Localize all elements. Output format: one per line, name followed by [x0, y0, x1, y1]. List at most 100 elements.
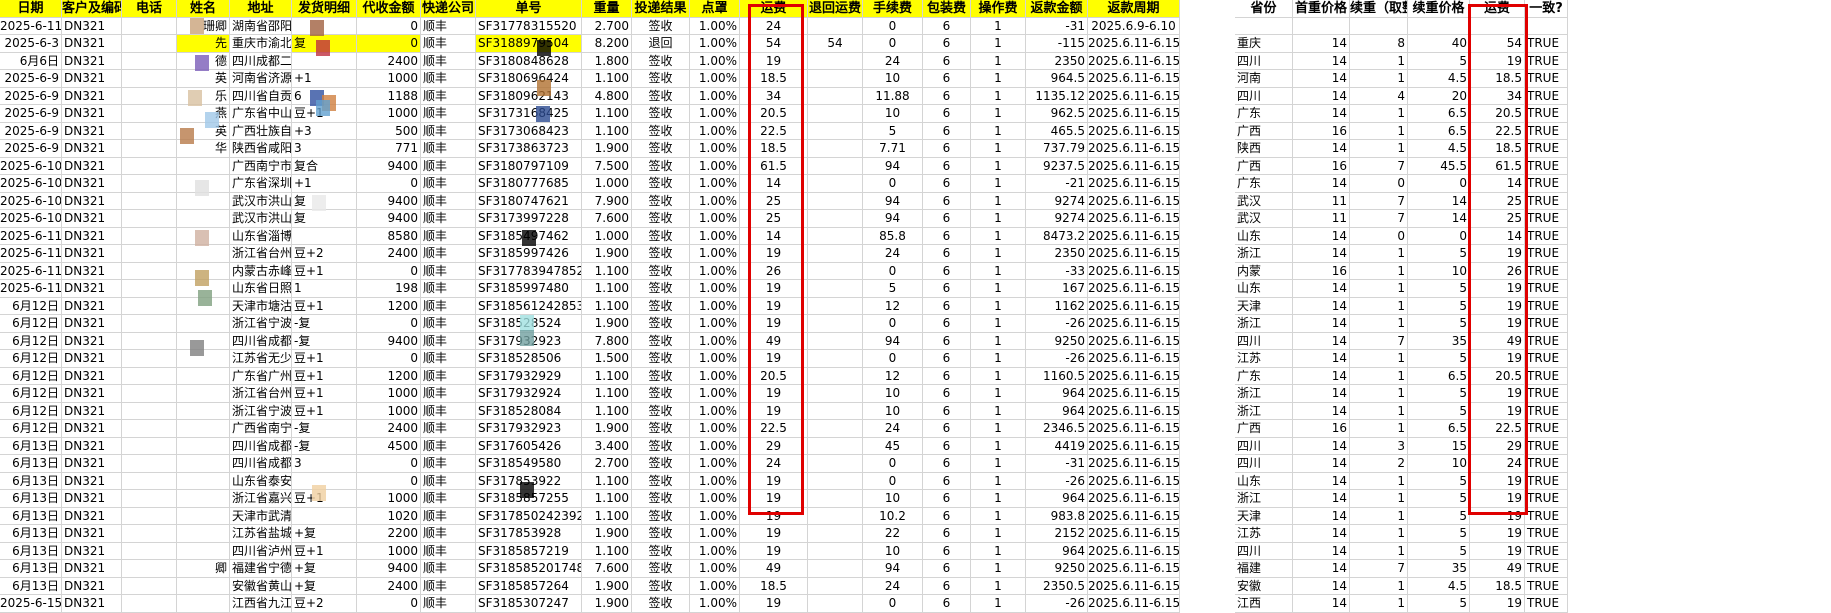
table-cell[interactable]: 8.200	[582, 35, 632, 53]
table-cell[interactable]: 2025-6-3	[0, 35, 62, 53]
table-cell[interactable]: 江苏省盐城蓓春	[230, 525, 292, 543]
table-cell[interactable]	[808, 577, 863, 595]
table-cell[interactable]: 16	[1293, 157, 1350, 175]
table-cell[interactable]	[808, 420, 863, 438]
table-cell[interactable]: TRUE	[1525, 245, 1568, 263]
table-cell[interactable]: 6	[923, 192, 971, 210]
table-cell[interactable]: 广西省南宁蓓春	[230, 420, 292, 438]
table-cell[interactable]: 1200	[357, 297, 421, 315]
table-cell[interactable]: 江西省九江复合	[230, 595, 292, 613]
table-cell[interactable]: 1	[1350, 122, 1408, 140]
table-cell[interactable]: 1.00%	[690, 17, 740, 35]
table-cell[interactable]: SF31778315520	[476, 17, 582, 35]
table-cell[interactable]: 1188	[357, 87, 421, 105]
table-cell[interactable]: 6	[923, 315, 971, 333]
table-cell[interactable]: 四川	[1235, 542, 1293, 560]
table-cell[interactable]: 1	[971, 245, 1026, 263]
table-cell[interactable]: 2025.6.11-6.15	[1088, 507, 1180, 525]
table-cell[interactable]: 退回	[632, 35, 690, 53]
table-cell[interactable]: 顺丰	[421, 350, 476, 368]
table-cell[interactable]: 6.5	[1408, 367, 1470, 385]
table-cell[interactable]: 1	[1350, 280, 1408, 298]
table-cell[interactable]: 1	[1350, 472, 1408, 490]
table-cell[interactable]: 1	[971, 210, 1026, 228]
table-cell[interactable]	[122, 87, 177, 105]
table-cell[interactable]: -复	[292, 315, 357, 333]
table-cell[interactable]	[292, 227, 357, 245]
table-cell[interactable]: 10	[863, 542, 923, 560]
table-cell[interactable]: 14	[740, 175, 808, 193]
table-cell[interactable]: 19	[740, 350, 808, 368]
table-cell[interactable]: 2025-6-9	[0, 122, 62, 140]
table-cell[interactable]	[808, 437, 863, 455]
table-cell[interactable]	[177, 210, 230, 228]
table-cell[interactable]: +复	[292, 525, 357, 543]
table-cell[interactable]: 6月12日	[0, 297, 62, 315]
table-cell[interactable]: 6	[923, 280, 971, 298]
table-cell[interactable]: 54	[808, 35, 863, 53]
table-cell[interactable]: 0	[863, 472, 923, 490]
table-cell[interactable]: 1	[1350, 595, 1408, 613]
table-cell[interactable]: 2025.6.11-6.15	[1088, 70, 1180, 88]
table-cell[interactable]	[122, 52, 177, 70]
table-cell[interactable]: 14	[1293, 472, 1350, 490]
table-cell[interactable]: 11	[1293, 192, 1350, 210]
table-cell[interactable]: 9400	[357, 157, 421, 175]
table-cell[interactable]: 四川	[1235, 87, 1293, 105]
table-cell[interactable]: 四川	[1235, 437, 1293, 455]
table-cell[interactable]	[177, 472, 230, 490]
table-cell[interactable]: 6月13日	[0, 437, 62, 455]
table-cell[interactable]: SF3173068423	[476, 122, 582, 140]
table-cell[interactable]: 1.900	[582, 315, 632, 333]
table-cell[interactable]: 豆+1	[292, 262, 357, 280]
table-cell[interactable]: 2025.6.11-6.15	[1088, 157, 1180, 175]
header-cell[interactable]: 运费	[1470, 0, 1525, 18]
table-cell[interactable]	[1525, 17, 1568, 35]
table-cell[interactable]: DN321	[62, 262, 122, 280]
table-cell[interactable]: 签收	[632, 245, 690, 263]
table-cell[interactable]: 1.00%	[690, 280, 740, 298]
table-cell[interactable]	[808, 245, 863, 263]
table-cell[interactable]: DN321	[62, 105, 122, 123]
table-cell[interactable]	[808, 490, 863, 508]
table-cell[interactable]: 6月13日	[0, 560, 62, 578]
table-cell[interactable]: DN321	[62, 455, 122, 473]
table-cell[interactable]: 四川省自贡五白	[230, 87, 292, 105]
table-cell[interactable]: 2025.6.11-6.15	[1088, 280, 1180, 298]
table-cell[interactable]: 浙江	[1235, 490, 1293, 508]
table-cell[interactable]: 8580	[357, 227, 421, 245]
table-cell[interactable]	[177, 437, 230, 455]
table-cell[interactable]: 45	[863, 437, 923, 455]
table-cell[interactable]: 49	[740, 332, 808, 350]
table-cell[interactable]: 1.100	[582, 262, 632, 280]
table-cell[interactable]: 7.800	[582, 332, 632, 350]
table-cell[interactable]: SF317605426	[476, 437, 582, 455]
table-cell[interactable]: 豆+1	[292, 385, 357, 403]
header-cell[interactable]: 快递公司	[421, 0, 476, 18]
table-cell[interactable]: 6	[923, 560, 971, 578]
table-cell[interactable]: 20.5	[1470, 367, 1525, 385]
table-cell[interactable]: 6	[923, 262, 971, 280]
table-cell[interactable]: 5	[863, 122, 923, 140]
table-cell[interactable]: 0	[863, 455, 923, 473]
table-cell[interactable]: 豆+1	[292, 350, 357, 368]
table-cell[interactable]	[1293, 17, 1350, 35]
table-cell[interactable]	[122, 490, 177, 508]
table-cell[interactable]: 7.71	[863, 140, 923, 158]
table-cell[interactable]: 1	[971, 17, 1026, 35]
table-cell[interactable]: 1.900	[582, 525, 632, 543]
table-cell[interactable]: 49	[1470, 332, 1525, 350]
table-cell[interactable]: 1.00%	[690, 542, 740, 560]
table-cell[interactable]: TRUE	[1525, 525, 1568, 543]
table-cell[interactable]: 2025.6.11-6.15	[1088, 402, 1180, 420]
table-cell[interactable]: 0	[863, 17, 923, 35]
table-cell[interactable]: 广东	[1235, 175, 1293, 193]
table-cell[interactable]: SF3173863723	[476, 140, 582, 158]
table-cell[interactable]: 豆+1	[292, 402, 357, 420]
table-cell[interactable]: 7	[1350, 210, 1408, 228]
table-cell[interactable]: SF3180797109	[476, 157, 582, 175]
table-cell[interactable]: 6月12日	[0, 332, 62, 350]
table-cell[interactable]: 6	[923, 122, 971, 140]
table-cell[interactable]: 2025.6.11-6.15	[1088, 245, 1180, 263]
table-cell[interactable]: 19	[740, 525, 808, 543]
